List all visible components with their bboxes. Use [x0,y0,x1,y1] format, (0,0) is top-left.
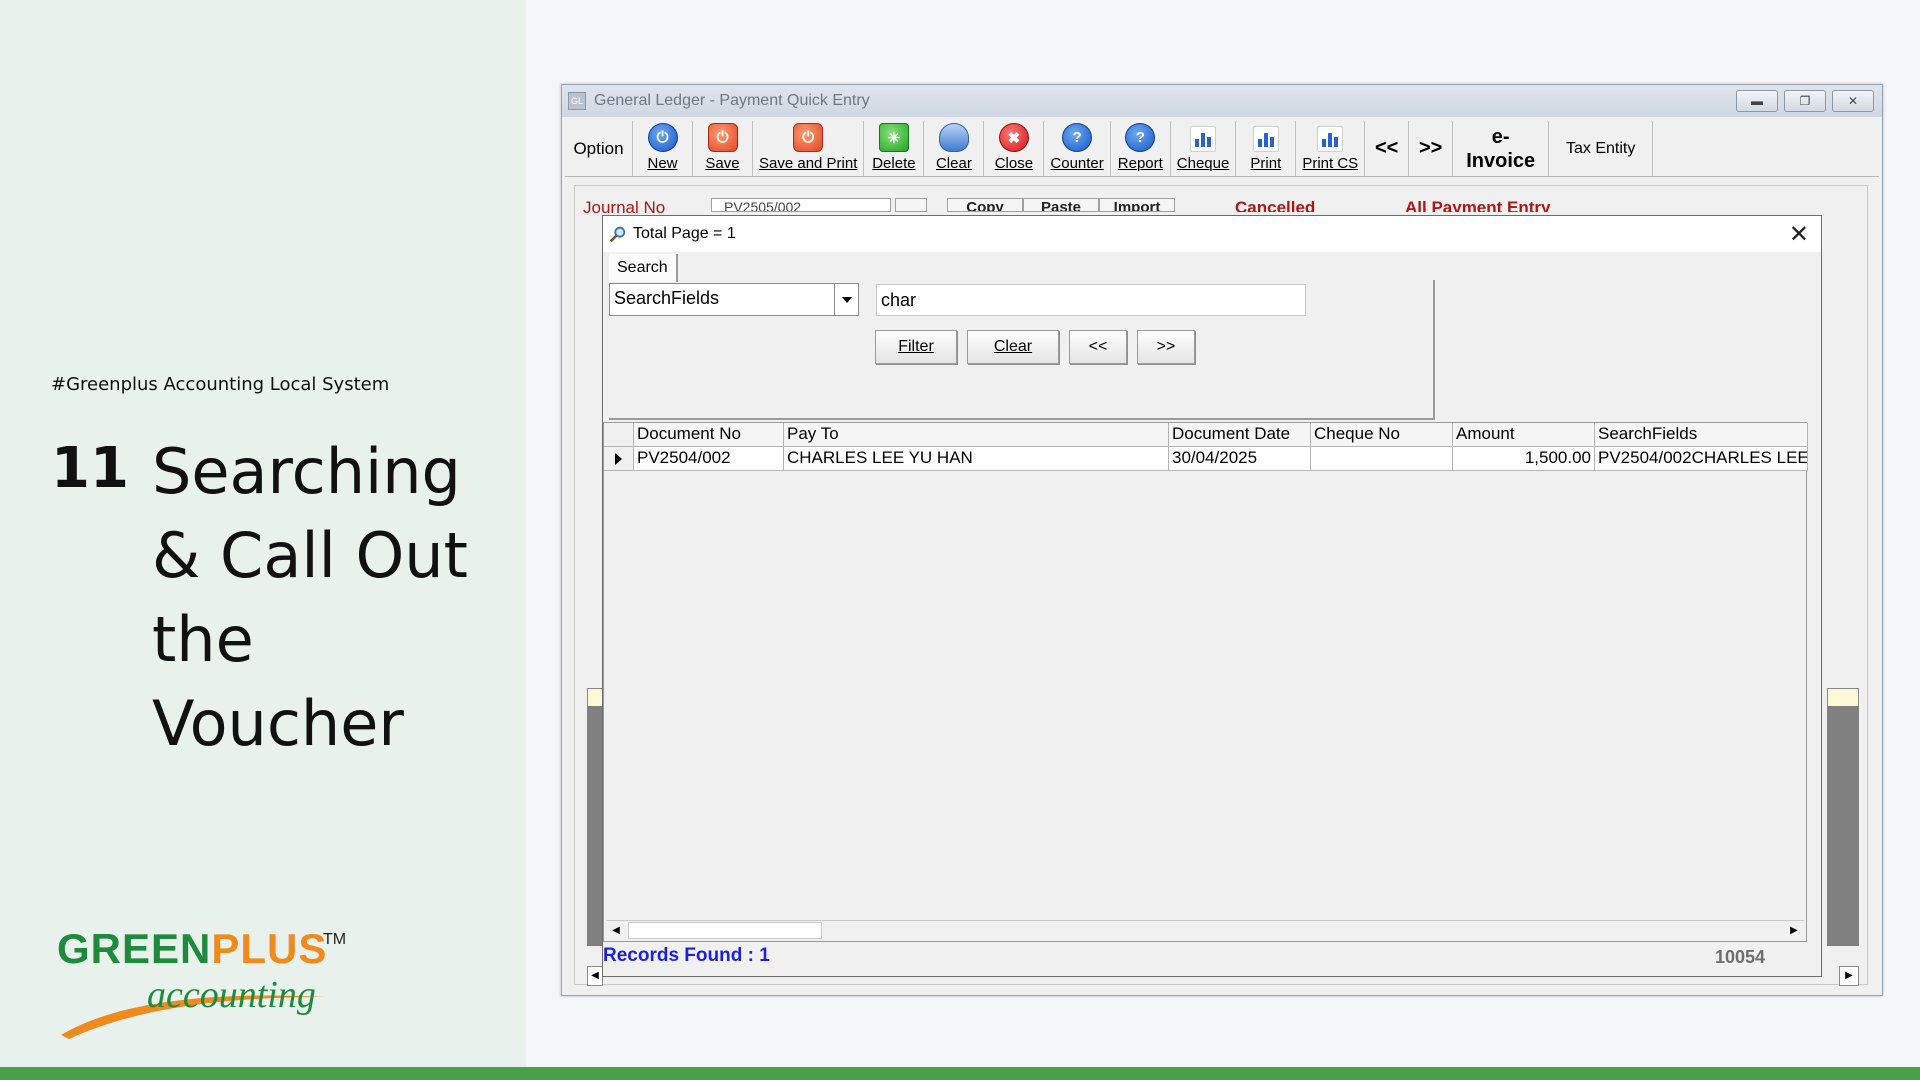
toolbar: Option ⏻ New ⏻ Save ⏻ Save and Print ✳ D… [565,121,1879,177]
save-icon: ⏻ [707,123,738,152]
status-code: 10054 [1714,947,1765,967]
results-grid: Document No Pay To Document Date Cheque … [603,422,1808,942]
import-button[interactable]: Import [1099,198,1175,212]
table-row[interactable]: PV2504/002 CHARLES LEE YU HAN 30/04/2025… [604,447,1808,471]
prev-page-button[interactable]: << [1069,330,1127,364]
filter-button[interactable]: Filter [875,330,957,364]
option-menu[interactable]: Option [565,121,633,176]
minimize-icon: ▬ [1751,94,1763,108]
tax-entity-button[interactable]: Tax Entity [1549,121,1654,176]
close-x-icon: ✖ [998,123,1029,152]
next-page-button[interactable]: >> [1137,330,1195,364]
counter-button[interactable]: ? Counter [1044,121,1111,176]
scroll-left-icon[interactable]: ◀ [606,921,626,940]
copy-button[interactable]: Copy [947,198,1023,212]
magnifier-icon [609,226,626,243]
logo-trademark: TM [323,931,347,948]
journal-no-field[interactable]: PV2505/002 [711,198,891,212]
slide-panel: #Greenplus Accounting Local System 11 Se… [0,0,526,1067]
column-header[interactable]: Document No [634,423,784,447]
cancelled-checkbox[interactable]: Cancelled [1235,198,1315,212]
clear-button[interactable]: Clear [924,121,985,176]
app-icon: GL [568,92,586,110]
close-button[interactable]: ✖ Close [984,121,1045,176]
clear-filter-button[interactable]: Clear [967,330,1059,364]
window-titlebar[interactable]: GL General Ledger - Payment Quick Entry … [562,85,1882,117]
dialog-title: Total Page = 1 [633,225,736,242]
chart-icon [1190,126,1217,152]
cheque-button[interactable]: Cheque [1171,121,1237,176]
records-found: Records Found : 1 [603,945,770,966]
column-header[interactable]: Pay To [784,423,1169,447]
cell-document-no[interactable]: PV2504/002 [634,447,784,471]
cell-amount[interactable]: 1,500.00 [1453,447,1595,471]
delete-icon: ✳ [878,123,909,152]
chart-icon [1252,126,1279,152]
all-payment-entry-checkbox[interactable]: All Payment Entry [1405,198,1551,212]
save-and-print-button[interactable]: ⏻ Save and Print [753,121,865,176]
scroll-left-icon[interactable]: ◀ [587,966,603,986]
save-print-icon: ⏻ [793,123,824,152]
grid-header-row: Document No Pay To Document Date Cheque … [604,423,1808,447]
help-icon: ? [1125,123,1156,152]
new-button[interactable]: ⏻ New [633,121,693,176]
journal-lookup-button[interactable] [895,198,927,212]
eraser-icon [938,123,969,152]
hashtag: #Greenplus Accounting Local System [51,374,390,395]
column-header[interactable]: Cheque No [1311,423,1453,447]
logo-tagline: accounting [147,974,316,1016]
report-button[interactable]: ? Report [1111,121,1171,176]
prev-record-button[interactable]: << [1365,121,1410,176]
help-icon: ? [1062,123,1093,152]
grid-area [587,706,603,946]
search-dialog: Total Page = 1 ✕ Search SearchFields Fil… [602,215,1822,977]
close-window-button[interactable]: ✕ [1832,90,1874,112]
print-cs-button[interactable]: Print CS [1296,121,1366,176]
column-header[interactable]: SearchFields [1595,423,1808,447]
restore-button[interactable]: ❐ [1784,90,1826,112]
chart-icon [1317,126,1344,152]
scroll-right-icon[interactable]: ▶ [1839,966,1859,986]
minimize-button[interactable]: ▬ [1736,90,1778,112]
cell-document-date[interactable]: 30/04/2025 [1169,447,1311,471]
search-input[interactable] [876,284,1306,316]
row-pointer-icon [604,447,634,471]
close-icon: ✕ [1847,94,1859,108]
save-button[interactable]: ⏻ Save [693,121,753,176]
cell-cheque-no[interactable] [1311,447,1453,471]
logo-wordmark: GREENPLUS [57,925,328,972]
scroll-right-icon[interactable]: ▶ [1784,921,1804,940]
bottom-bar [0,1067,1920,1080]
power-icon: ⏻ [647,123,678,152]
horizontal-scrollbar[interactable]: ◀ ▶ [606,920,1804,940]
grid-area [1827,706,1859,946]
row-indicator-header [604,423,634,447]
print-button[interactable]: Print [1236,121,1297,176]
tab-search[interactable]: Search [609,254,678,282]
window-title: General Ledger - Payment Quick Entry [594,92,870,109]
scroll-thumb[interactable] [628,922,822,939]
cell-pay-to[interactable]: CHARLES LEE YU HAN [784,447,1169,471]
dialog-close-icon[interactable]: ✕ [1789,220,1809,249]
paste-button[interactable]: Paste [1023,198,1099,212]
column-header[interactable]: Amount [1453,423,1595,447]
field-select[interactable]: SearchFields [609,283,859,316]
next-record-button[interactable]: >> [1409,121,1454,176]
greenplus-logo: GREENPLUS TM accounting [55,925,355,1039]
dialog-titlebar[interactable]: Total Page = 1 ✕ [603,216,1821,252]
column-header[interactable]: Document Date [1169,423,1311,447]
delete-button[interactable]: ✳ Delete [864,121,925,176]
step-title: Searching & Call Out the Voucher [152,435,468,760]
cell-search-fields[interactable]: PV2504/002CHARLES LEE [1595,447,1808,471]
einvoice-button[interactable]: e- Invoice [1453,121,1550,176]
step-number: 11 [51,436,129,501]
chevron-down-icon[interactable] [834,284,858,315]
restore-icon: ❐ [1799,94,1811,108]
